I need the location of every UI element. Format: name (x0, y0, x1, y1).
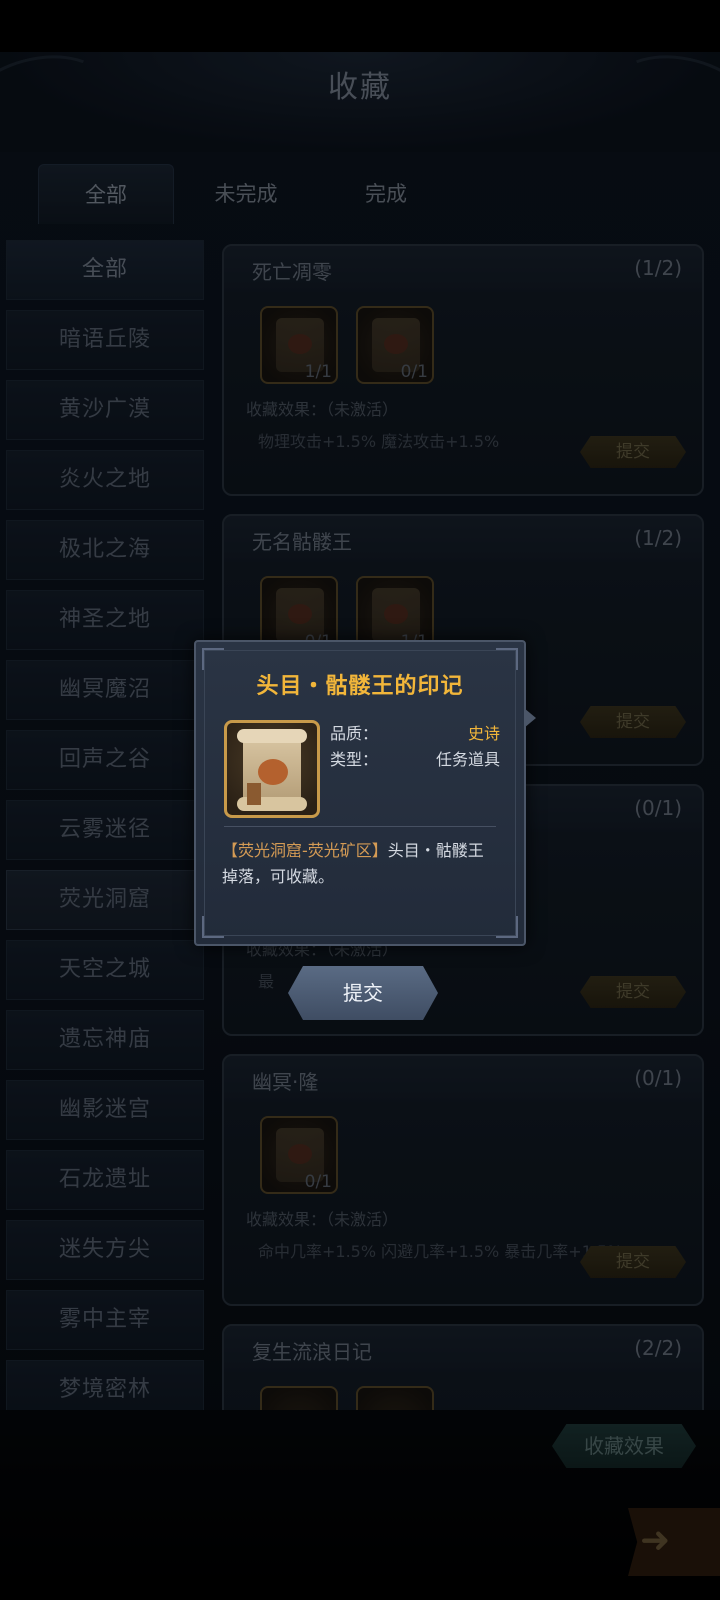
item-tooltip: 头目・骷髅王的印记 品质： 史诗 类型： 任务道具 【荧光洞窟-荧光矿区】头目・… (194, 640, 536, 946)
corner-ornament (496, 648, 518, 670)
scroll-item-icon (224, 720, 320, 818)
drop-location: 【荧光洞窟-荧光矿区】 (222, 841, 388, 860)
divider (224, 826, 496, 827)
item-name: 头目・骷髅王的印记 (256, 674, 464, 699)
tooltip-pointer (524, 708, 536, 728)
quality-label: 品质： (330, 724, 379, 743)
corner-ornament (202, 916, 224, 938)
tooltip-submit-button[interactable]: 提交 (288, 966, 438, 1020)
scroll-roll-top (237, 729, 307, 743)
skull-icon (258, 759, 288, 785)
quality-value: 史诗 (467, 724, 500, 743)
type-label: 类型： (330, 750, 379, 769)
type-value: 任务道具 (435, 750, 500, 769)
ribbon-icon (247, 783, 261, 805)
item-description: 【荧光洞窟-荧光矿区】头目・骷髅王 掉落，可收藏。 (222, 838, 492, 890)
corner-ornament (202, 648, 224, 670)
corner-ornament (496, 916, 518, 938)
